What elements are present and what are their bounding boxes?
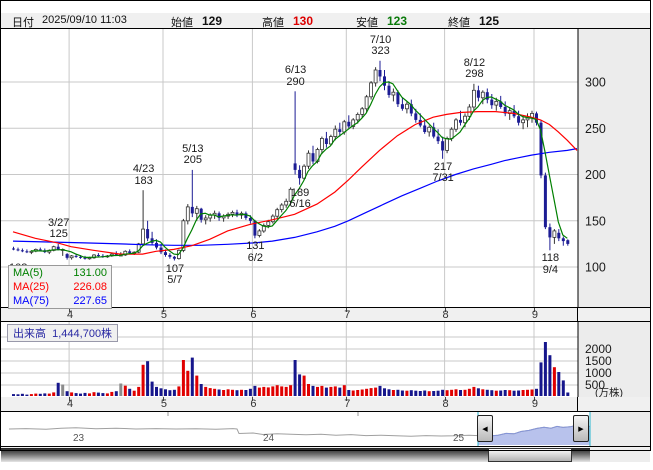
volume-label-box: 出来高 1,444,700株 [7,324,118,342]
month-label: 6 [243,309,263,321]
month-label: 8 [436,398,456,410]
navigator-chart: 23 24 25 [1,412,650,446]
svg-text:150: 150 [585,214,606,228]
high-value: 130 [293,14,313,28]
low-value: 123 [387,14,407,28]
range-handle-left[interactable]: ◀ [477,415,493,442]
month-label: 9 [525,398,545,410]
month-axis-strip-price: 4 5 6 7 8 9 [1,307,650,322]
month-label: 4 [60,309,80,321]
ma-legend: MA(5) 131.00 MA(25) 226.08 MA(75) 227.65 [8,265,112,309]
month-label: 7 [337,398,357,410]
ma5-value: 131.00 [73,266,107,280]
chart-annotation: 7/10323 [361,35,401,58]
chart-annotation: 1189/4 [530,253,570,276]
svg-text:25: 25 [453,433,465,444]
chart-annotation: 6/13290 [276,65,316,88]
left-arrow-icon: ◀ [482,425,487,433]
month-label: 9 [525,309,545,321]
month-label: 6 [243,398,263,410]
range-handle-right[interactable]: ▶ [573,415,589,442]
chart-annotation: 3/27125 [39,218,79,241]
volume-title: 出来高 [13,328,46,340]
date-label: 日付 [12,14,34,30]
high-label: 高値 [262,14,284,30]
volume-value: 1,444,700株 [52,328,112,340]
ma75-value: 227.65 [73,294,107,308]
date-value: 2025/09/10 11:03 [42,14,127,26]
chart-annotation: 1316/2 [235,241,275,264]
chart-annotation: 1896/16 [280,188,320,211]
horizontal-scrollbar[interactable] [1,446,650,462]
svg-text:300: 300 [585,76,606,90]
month-label: 7 [337,309,357,321]
ma25-label: MA(25) [13,280,49,294]
chart-annotation: 5/13205 [173,144,213,167]
volume-chart-pane: 200015001000500 出来高 1,444,700株 (万株) [1,322,650,397]
scrollbar-thumb[interactable] [488,448,572,462]
low-label: 安値 [356,14,378,30]
svg-text:250: 250 [585,122,606,136]
open-value: 129 [202,14,222,28]
right-arrow-icon: ▶ [578,425,583,433]
month-axis-strip-volume: 4 5 6 7 8 9 [1,397,650,412]
range-navigator[interactable]: 23 24 25 ◀ ▶ [1,412,650,446]
svg-text:23: 23 [73,433,85,444]
chart-annotation: 2177/31 [423,162,463,185]
open-label: 始値 [171,14,193,30]
chart-annotation: 8/12298 [454,58,494,81]
candlestick-chart-pane: 300 250 200 150 100 MA(5) 131.00 MA(25) 226.08… [1,29,650,307]
svg-text:200: 200 [585,168,606,182]
ma25-value: 226.08 [73,280,107,294]
ma5-label: MA(5) [13,266,43,280]
stock-chart-window: 日付 2025/09/10 11:03 始値 129 高値 130 安値 123… [0,0,653,470]
quote-header-bar: 日付 2025/09/10 11:03 始値 129 高値 130 安値 123… [1,13,650,29]
month-label: 8 [436,309,456,321]
chart-annotation: 4/23183 [124,164,164,187]
month-label: 5 [154,309,174,321]
month-label: 4 [60,398,80,410]
close-value: 125 [479,14,499,28]
month-label: 5 [154,398,174,410]
close-label: 終値 [448,14,470,30]
scrollbar-empty-area [590,448,650,462]
svg-text:100: 100 [585,261,606,275]
svg-text:24: 24 [263,433,275,444]
chart-annotation: 1075/7 [155,264,195,287]
ma75-label: MA(75) [13,294,49,308]
